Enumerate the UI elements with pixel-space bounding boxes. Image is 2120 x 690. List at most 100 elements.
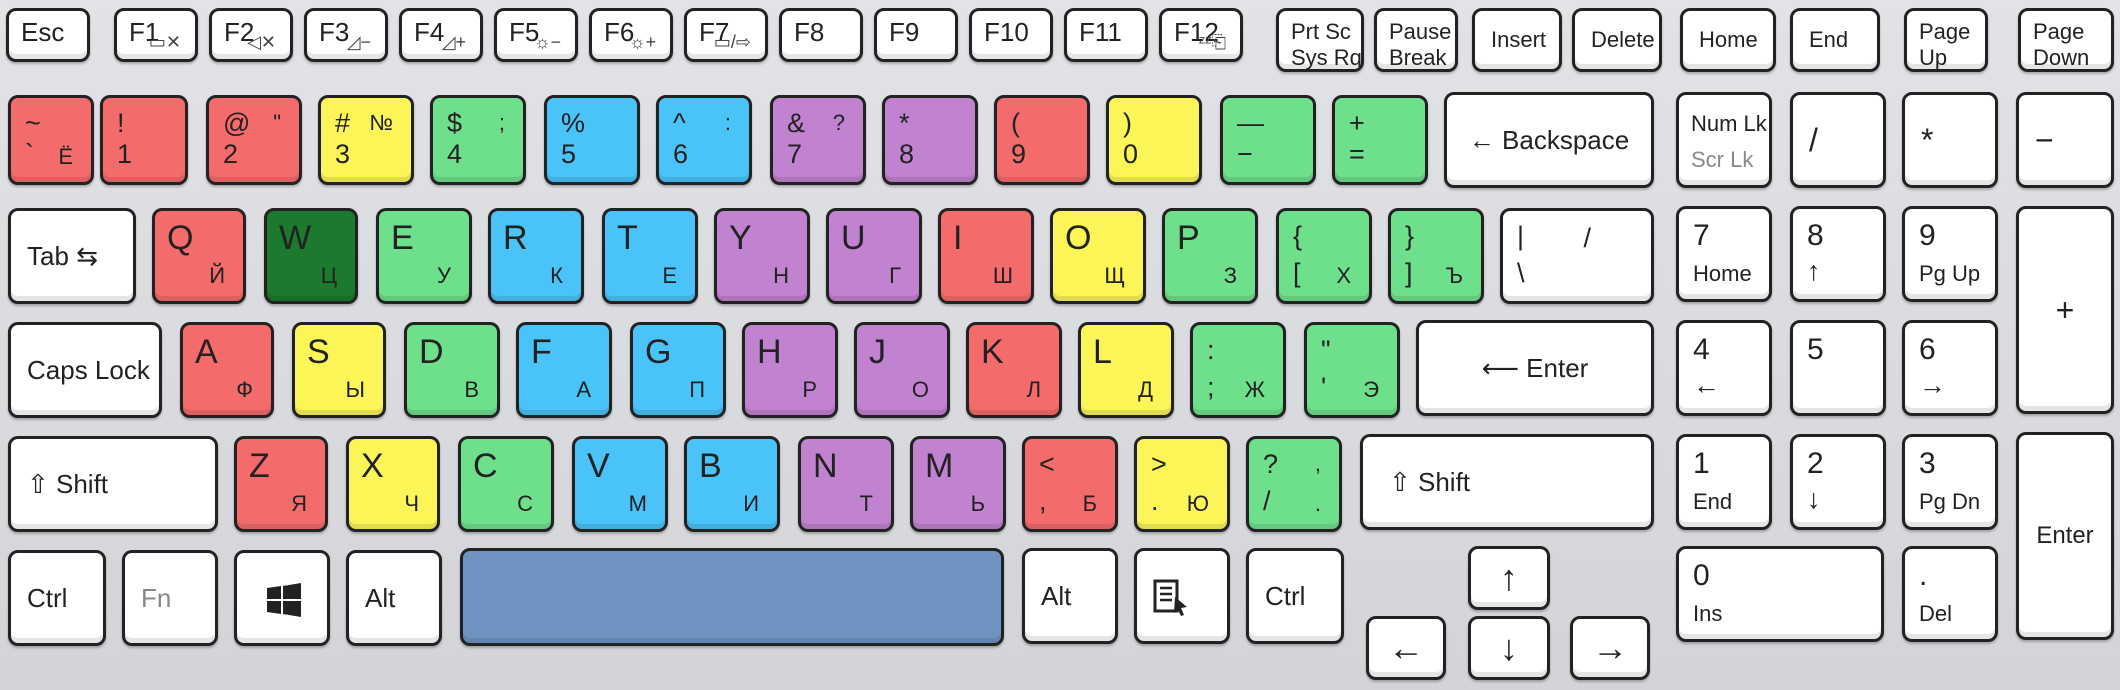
key-rbracket[interactable]: }] Ъ bbox=[1388, 208, 1484, 304]
key-j[interactable]: JО bbox=[854, 322, 950, 418]
key-num-plus[interactable]: + bbox=[2016, 206, 2114, 414]
key-t[interactable]: TЕ bbox=[602, 208, 698, 304]
key-f10[interactable]: F10 bbox=[969, 8, 1053, 62]
key-f9[interactable]: F9 bbox=[874, 8, 958, 62]
key-num-multiply[interactable]: * bbox=[1902, 92, 1998, 188]
key-f7[interactable]: F7 ▭/⇨ bbox=[684, 8, 768, 62]
key-3[interactable]: # № 3 bbox=[318, 95, 414, 185]
key-alt-left[interactable]: Alt bbox=[346, 550, 442, 646]
key-tab[interactable]: Tab ⇆ bbox=[8, 208, 136, 304]
key-num-3[interactable]: 3 Pg Dn bbox=[1902, 434, 1998, 530]
key-0[interactable]: ) 0 bbox=[1106, 95, 1202, 185]
key-p[interactable]: PЗ bbox=[1162, 208, 1258, 304]
key-delete[interactable]: Delete bbox=[1572, 8, 1662, 72]
key-quote[interactable]: " ' Э bbox=[1304, 322, 1400, 418]
key-esc[interactable]: Esc bbox=[6, 8, 90, 62]
key-f8[interactable]: F8 bbox=[779, 8, 863, 62]
key-prtsc[interactable]: Prt Sc Sys Rq bbox=[1276, 8, 1364, 72]
key-shift-left[interactable]: ⇧ Shift bbox=[8, 436, 218, 532]
key-n[interactable]: NТ bbox=[798, 436, 894, 532]
key-s[interactable]: SЫ bbox=[292, 322, 386, 418]
key-num-minus[interactable]: − bbox=[2016, 92, 2114, 188]
key-shift-right[interactable]: ⇧ Shift bbox=[1360, 434, 1654, 530]
key-numlock[interactable]: Num Lk Scr Lk bbox=[1676, 92, 1772, 188]
key-arrow-up[interactable]: ↑ bbox=[1468, 546, 1550, 610]
key-k[interactable]: KЛ bbox=[966, 322, 1062, 418]
key-f6[interactable]: F6 ☼+ bbox=[589, 8, 673, 62]
key-8[interactable]: * 8 bbox=[882, 95, 978, 185]
key-lbracket[interactable]: {[Х bbox=[1276, 208, 1372, 304]
key-fn[interactable]: Fn bbox=[122, 550, 218, 646]
key-f2[interactable]: F2 ◁✕ bbox=[209, 8, 293, 62]
key-5[interactable]: % 5 bbox=[544, 95, 640, 185]
key-g[interactable]: GП bbox=[630, 322, 726, 418]
key-d[interactable]: DВ bbox=[404, 322, 500, 418]
key-9[interactable]: (9 bbox=[994, 95, 1090, 185]
key-f1[interactable]: F1 ▭✕ bbox=[114, 8, 198, 62]
key-comma[interactable]: <, Б bbox=[1022, 436, 1118, 532]
key-l[interactable]: LД bbox=[1078, 322, 1174, 418]
key-m[interactable]: MЬ bbox=[910, 436, 1006, 532]
key-f11[interactable]: F11 bbox=[1064, 8, 1148, 62]
key-num-8[interactable]: 8 ↑ bbox=[1790, 206, 1886, 302]
key-v[interactable]: VМ bbox=[572, 436, 668, 532]
key-semicolon[interactable]: :; Ж bbox=[1190, 322, 1286, 418]
key-y[interactable]: YН bbox=[714, 208, 810, 304]
key-o[interactable]: OЩ bbox=[1050, 208, 1146, 304]
key-num-1[interactable]: 1 End bbox=[1676, 434, 1772, 530]
key-backslash[interactable]: | / \ bbox=[1500, 208, 1654, 304]
key-slash[interactable]: ?, /. bbox=[1246, 436, 1342, 532]
key-7[interactable]: &? 7 bbox=[770, 95, 866, 185]
key-num-4[interactable]: 4 ← bbox=[1676, 320, 1772, 416]
key-num-enter[interactable]: Enter bbox=[2016, 432, 2114, 640]
key-insert[interactable]: Insert bbox=[1472, 8, 1562, 72]
key-6[interactable]: ^: 6 bbox=[656, 95, 752, 185]
key-capslock[interactable]: Caps Lock bbox=[8, 322, 162, 418]
key-equals[interactable]: + = bbox=[1332, 95, 1428, 185]
key-z[interactable]: ZЯ bbox=[234, 436, 328, 532]
key-e[interactable]: EУ bbox=[376, 208, 472, 304]
key-home[interactable]: Home bbox=[1680, 8, 1776, 72]
key-f4[interactable]: F4 ◿+ bbox=[399, 8, 483, 62]
key-tilde[interactable]: ~ ` Ё bbox=[8, 95, 94, 185]
key-h[interactable]: HР bbox=[742, 322, 838, 418]
key-num-0[interactable]: 0 Ins bbox=[1676, 546, 1884, 642]
key-r[interactable]: RК bbox=[488, 208, 584, 304]
key-w[interactable]: WЦ bbox=[264, 208, 358, 304]
key-space[interactable] bbox=[460, 548, 1004, 646]
key-pause[interactable]: Pause Break bbox=[1374, 8, 1458, 72]
key-minus[interactable]: — − bbox=[1220, 95, 1316, 185]
key-4[interactable]: $; 4 bbox=[430, 95, 526, 185]
key-f[interactable]: FА bbox=[516, 322, 612, 418]
key-num-9[interactable]: 9 Pg Up bbox=[1902, 206, 1998, 302]
key-enter[interactable]: ⟵ Enter bbox=[1416, 320, 1654, 416]
key-c[interactable]: CС bbox=[458, 436, 554, 532]
key-pageup[interactable]: Page Up bbox=[1904, 8, 1988, 72]
key-2[interactable]: @ " 2 bbox=[206, 95, 302, 185]
key-num-7[interactable]: 7 Home bbox=[1676, 206, 1772, 302]
key-alt-right[interactable]: Alt bbox=[1022, 548, 1118, 644]
key-1[interactable]: ! 1 bbox=[100, 95, 188, 185]
key-pagedown[interactable]: Page Down bbox=[2018, 8, 2114, 72]
key-num-divide[interactable]: / bbox=[1790, 92, 1886, 188]
key-f12[interactable]: F12 ᶻᶻ⎗ bbox=[1159, 8, 1243, 62]
key-b[interactable]: BИ bbox=[684, 436, 780, 532]
key-q[interactable]: QЙ bbox=[152, 208, 246, 304]
key-windows[interactable] bbox=[234, 550, 330, 646]
key-end[interactable]: End bbox=[1790, 8, 1880, 72]
key-num-decimal[interactable]: . Del bbox=[1902, 546, 1998, 642]
key-arrow-left[interactable]: ← bbox=[1366, 616, 1446, 680]
key-period[interactable]: >. Ю bbox=[1134, 436, 1230, 532]
key-a[interactable]: AФ bbox=[180, 322, 274, 418]
key-f3[interactable]: F3 ◿− bbox=[304, 8, 388, 62]
key-arrow-down[interactable]: ↓ bbox=[1468, 616, 1550, 680]
key-backspace[interactable]: ← Backspace bbox=[1444, 92, 1654, 188]
key-arrow-right[interactable]: → bbox=[1570, 616, 1650, 680]
key-ctrl-right[interactable]: Ctrl bbox=[1246, 548, 1344, 644]
key-u[interactable]: UГ bbox=[826, 208, 922, 304]
key-num-2[interactable]: 2 ↓ bbox=[1790, 434, 1886, 530]
key-ctrl-left[interactable]: Ctrl bbox=[8, 550, 106, 646]
key-num-5[interactable]: 5 bbox=[1790, 320, 1886, 416]
key-f5[interactable]: F5 ☼− bbox=[494, 8, 578, 62]
key-i[interactable]: IШ bbox=[938, 208, 1034, 304]
